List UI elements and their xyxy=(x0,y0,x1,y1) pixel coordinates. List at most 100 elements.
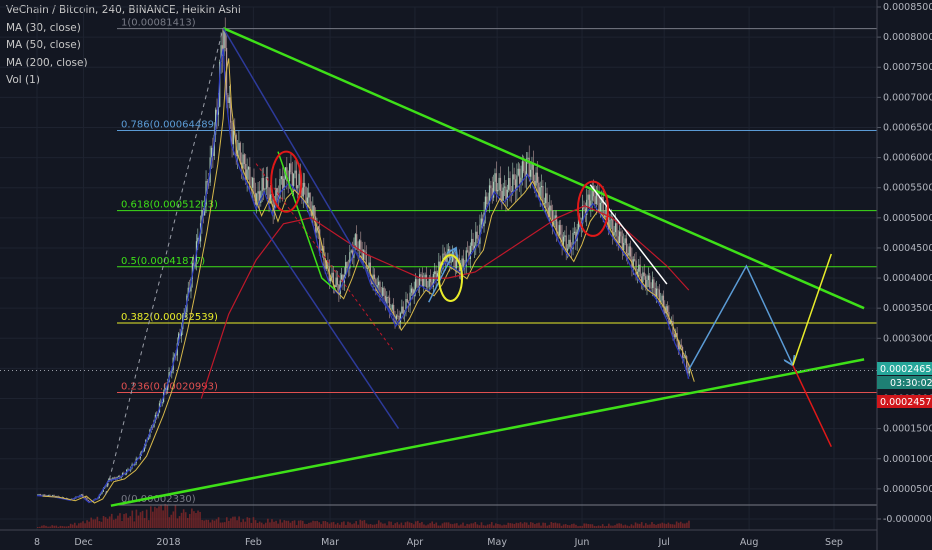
candle-body xyxy=(261,178,263,192)
candle-body xyxy=(494,173,496,182)
volume-bar xyxy=(299,520,302,528)
candle-body xyxy=(535,172,537,186)
volume-bar xyxy=(456,523,458,528)
candle-body xyxy=(471,238,473,246)
candle-body xyxy=(297,185,299,189)
volume-bar xyxy=(135,509,138,528)
x-tick-label: 2018 xyxy=(156,537,180,548)
white-trendline xyxy=(589,184,668,285)
candle-body xyxy=(673,334,675,338)
volume-bar xyxy=(384,523,386,528)
volume-bar xyxy=(419,523,421,528)
volume-bar xyxy=(306,523,308,528)
volume-bar xyxy=(386,525,388,528)
volume-bar xyxy=(332,521,335,528)
volume-bar xyxy=(423,524,425,528)
candle-body xyxy=(683,357,685,358)
volume-bar xyxy=(326,522,329,528)
candle-body xyxy=(350,250,352,253)
volume-bar xyxy=(443,522,446,528)
y-tick-label: 0.00065000 xyxy=(883,122,932,133)
volume-bar xyxy=(365,523,368,528)
candle-body xyxy=(295,170,298,189)
volume-bar xyxy=(61,526,64,528)
volume-bar xyxy=(100,521,103,528)
volume-bar xyxy=(141,510,144,528)
volume-bar xyxy=(429,523,431,528)
volume-bar xyxy=(367,524,370,528)
volume-bar xyxy=(571,524,573,528)
candle-body xyxy=(638,264,640,272)
candle-body xyxy=(406,299,408,303)
volume-bar xyxy=(164,503,166,528)
volume-bar xyxy=(328,523,331,528)
candle-body xyxy=(499,177,502,191)
candle-body xyxy=(304,182,306,187)
x-tick-label: Feb xyxy=(245,537,262,548)
volume-bar xyxy=(304,523,306,528)
candle-body xyxy=(521,161,523,178)
volume-bar xyxy=(566,525,569,528)
volume-bar xyxy=(472,523,475,528)
y-tick-label: 0.00005000 xyxy=(883,484,932,495)
lower-trendline xyxy=(110,358,865,507)
candle-body xyxy=(232,130,235,145)
candle-body xyxy=(331,272,333,278)
candle-body xyxy=(599,202,602,212)
volume-bar xyxy=(232,516,234,528)
candle-body xyxy=(510,191,513,192)
volume-bar xyxy=(532,522,534,528)
volume-bar xyxy=(435,522,438,528)
volume-bar xyxy=(345,525,347,528)
volume-bar xyxy=(213,520,216,528)
volume-bar xyxy=(57,526,60,528)
volume-bar xyxy=(39,526,41,528)
volume-bar xyxy=(480,522,483,528)
volume-bar xyxy=(593,525,596,528)
volume-bar xyxy=(43,525,45,528)
volume-bar xyxy=(291,520,294,528)
price-chart[interactable]: 1(0.00081413)0.786(0.00064489)0.618(0.00… xyxy=(0,0,932,550)
candle-body xyxy=(401,306,403,314)
volume-bar xyxy=(322,521,325,528)
volume-bar xyxy=(59,525,62,528)
volume-bar xyxy=(349,522,351,528)
volume-bar xyxy=(562,524,565,528)
volume-bar xyxy=(172,511,175,528)
candle-body xyxy=(264,188,266,190)
volume-bar xyxy=(608,523,610,528)
volume-bar xyxy=(152,511,154,528)
volume-bar xyxy=(250,522,253,528)
volume-bar xyxy=(585,523,588,528)
volume-bar xyxy=(605,525,608,528)
volume-bar xyxy=(78,523,80,528)
candle-body xyxy=(613,232,615,236)
volume-bar xyxy=(234,516,236,528)
volume-bar xyxy=(269,522,271,528)
volume-bar xyxy=(312,520,314,528)
volume-bar xyxy=(684,523,686,528)
volume-bar xyxy=(137,515,140,528)
candle-body xyxy=(646,279,648,288)
y-tick-label: -0.00000000 xyxy=(883,514,932,525)
y-tick-label: 0.00075000 xyxy=(883,62,932,73)
volume-bar xyxy=(355,521,357,528)
volume-bar xyxy=(550,522,553,528)
volume-bar xyxy=(265,522,267,528)
volume-bar xyxy=(470,523,473,528)
candle-body xyxy=(293,173,295,186)
volume-bar xyxy=(254,520,257,528)
candle-body xyxy=(657,288,659,290)
last-price-text: 0.00024654 xyxy=(880,364,932,375)
candle-body xyxy=(512,174,514,192)
candle-body xyxy=(545,193,547,204)
volume-bar xyxy=(499,524,501,528)
volume-bar xyxy=(536,523,538,528)
candle-body xyxy=(625,238,628,254)
volume-bar xyxy=(587,524,590,528)
volume-bar xyxy=(143,518,146,528)
volume-bar xyxy=(476,524,479,528)
candle-body xyxy=(623,242,625,251)
red-projection xyxy=(792,365,832,448)
volume-bar xyxy=(542,522,544,528)
